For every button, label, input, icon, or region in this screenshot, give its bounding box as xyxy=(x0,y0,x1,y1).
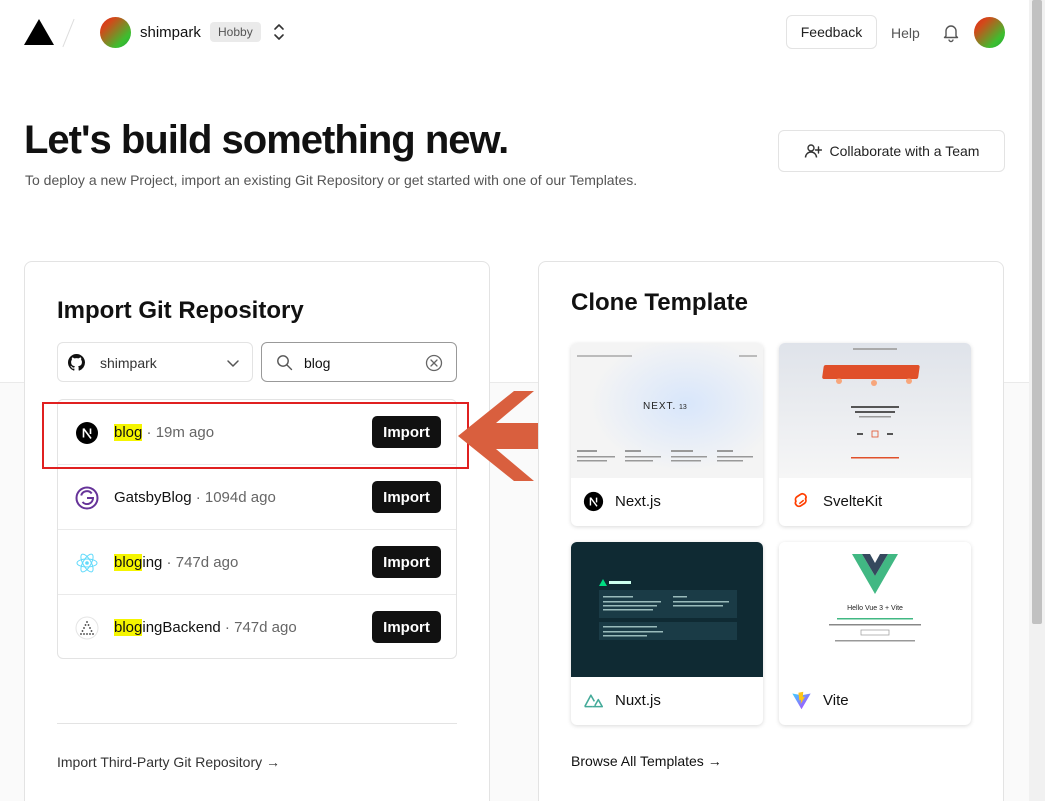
user-plus-icon xyxy=(804,144,822,158)
repo-search-input[interactable] xyxy=(304,352,414,374)
repo-name-rest: ing xyxy=(142,554,163,571)
template-preview-nextjs: NEXT. 13 xyxy=(571,343,763,478)
clone-title: Clone Template xyxy=(571,289,748,316)
repo-name[interactable]: GatsbyBlog · 1094d ago xyxy=(114,489,276,506)
template-footer: SvelteKit xyxy=(779,478,971,526)
template-preview-vite: Hello Vue 3 + Vite xyxy=(779,542,971,677)
import-button[interactable]: Import xyxy=(372,611,441,643)
git-account-name: shimpark xyxy=(100,355,157,371)
import-button[interactable]: Import xyxy=(372,546,441,578)
collaborate-team-label: Collaborate with a Team xyxy=(829,143,980,159)
collaborate-team-button[interactable]: Collaborate with a Team xyxy=(778,130,1005,172)
triangle-dots-icon xyxy=(75,616,99,640)
page-subtitle: To deploy a new Project, import an exist… xyxy=(25,172,638,188)
template-footer: Vite xyxy=(779,677,971,725)
vite-icon xyxy=(792,691,811,710)
template-name: SvelteKit xyxy=(823,493,883,510)
template-footer: Nuxt.js xyxy=(571,677,763,725)
template-card-nuxtjs[interactable]: Nuxt.js xyxy=(571,542,763,725)
team-avatar[interactable] xyxy=(100,17,131,48)
import-title: Import Git Repository xyxy=(57,297,304,324)
browse-all-templates-link[interactable]: Browse All Templates → xyxy=(571,753,722,769)
gatsby-icon xyxy=(75,486,99,510)
template-preview-sveltekit xyxy=(779,343,971,478)
template-name: Vite xyxy=(823,692,849,709)
repo-name-rest: ingBackend xyxy=(142,619,221,636)
feedback-button[interactable]: Feedback xyxy=(786,15,877,49)
chevron-up-down-icon[interactable] xyxy=(270,20,288,44)
clear-search-icon[interactable] xyxy=(425,354,443,372)
svelte-icon xyxy=(794,492,807,508)
team-name[interactable]: shimpark xyxy=(140,24,201,41)
repo-row[interactable]: blogingBackend · 747d ago Import xyxy=(58,595,456,660)
template-preview-nuxtjs xyxy=(571,542,763,677)
bell-icon[interactable] xyxy=(940,21,962,43)
vercel-logo-icon[interactable] xyxy=(24,19,54,45)
top-nav: shimpark Hobby Feedback Help xyxy=(0,0,1029,64)
react-icon xyxy=(76,553,98,573)
template-name: Nuxt.js xyxy=(615,692,661,709)
repo-row[interactable]: bloging · 747d ago Import xyxy=(58,530,456,595)
scrollbar-thumb[interactable] xyxy=(1032,0,1042,624)
repo-updated: · 747d ago xyxy=(162,554,239,571)
template-footer: Next.js xyxy=(571,478,763,526)
search-icon xyxy=(277,355,293,371)
repo-updated: · 1094d ago xyxy=(191,489,276,506)
help-link[interactable]: Help xyxy=(891,25,920,41)
import-third-party-link[interactable]: Import Third-Party Git Repository → xyxy=(57,754,280,770)
template-card-vite[interactable]: Hello Vue 3 + Vite Vite xyxy=(779,542,971,725)
svg-text:Hello Vue 3 + Vite: Hello Vue 3 + Vite xyxy=(847,605,903,612)
repo-name[interactable]: blogingBackend · 747d ago xyxy=(114,619,297,636)
template-card-nextjs[interactable]: NEXT. 13 Next.js xyxy=(571,343,763,526)
nav-divider xyxy=(62,18,75,48)
nuxt-icon xyxy=(584,694,604,708)
page-title: Let's build something new. xyxy=(24,118,509,162)
user-avatar[interactable] xyxy=(974,17,1005,48)
template-name: Next.js xyxy=(615,493,661,510)
import-divider xyxy=(57,723,457,724)
repo-name-match: blog xyxy=(114,554,143,571)
svg-text:13: 13 xyxy=(679,404,687,411)
github-icon xyxy=(68,354,85,371)
repo-search-box[interactable] xyxy=(261,342,457,382)
repo-row[interactable]: GatsbyBlog · 1094d ago Import xyxy=(58,465,456,530)
nextjs-icon xyxy=(583,491,604,512)
repo-name[interactable]: bloging · 747d ago xyxy=(114,554,238,571)
plan-badge: Hobby xyxy=(210,22,261,42)
repo-updated: · 747d ago xyxy=(220,619,297,636)
svg-text:NEXT.: NEXT. xyxy=(643,401,676,412)
chevron-down-icon xyxy=(227,360,239,367)
import-button[interactable]: Import xyxy=(372,481,441,513)
template-card-sveltekit[interactable]: SvelteKit xyxy=(779,343,971,526)
annotation-highlight-box xyxy=(42,402,469,469)
repo-name-match: blog xyxy=(114,619,143,636)
git-account-select[interactable]: shimpark xyxy=(57,342,253,382)
repo-name-rest: GatsbyBlog xyxy=(114,489,192,506)
